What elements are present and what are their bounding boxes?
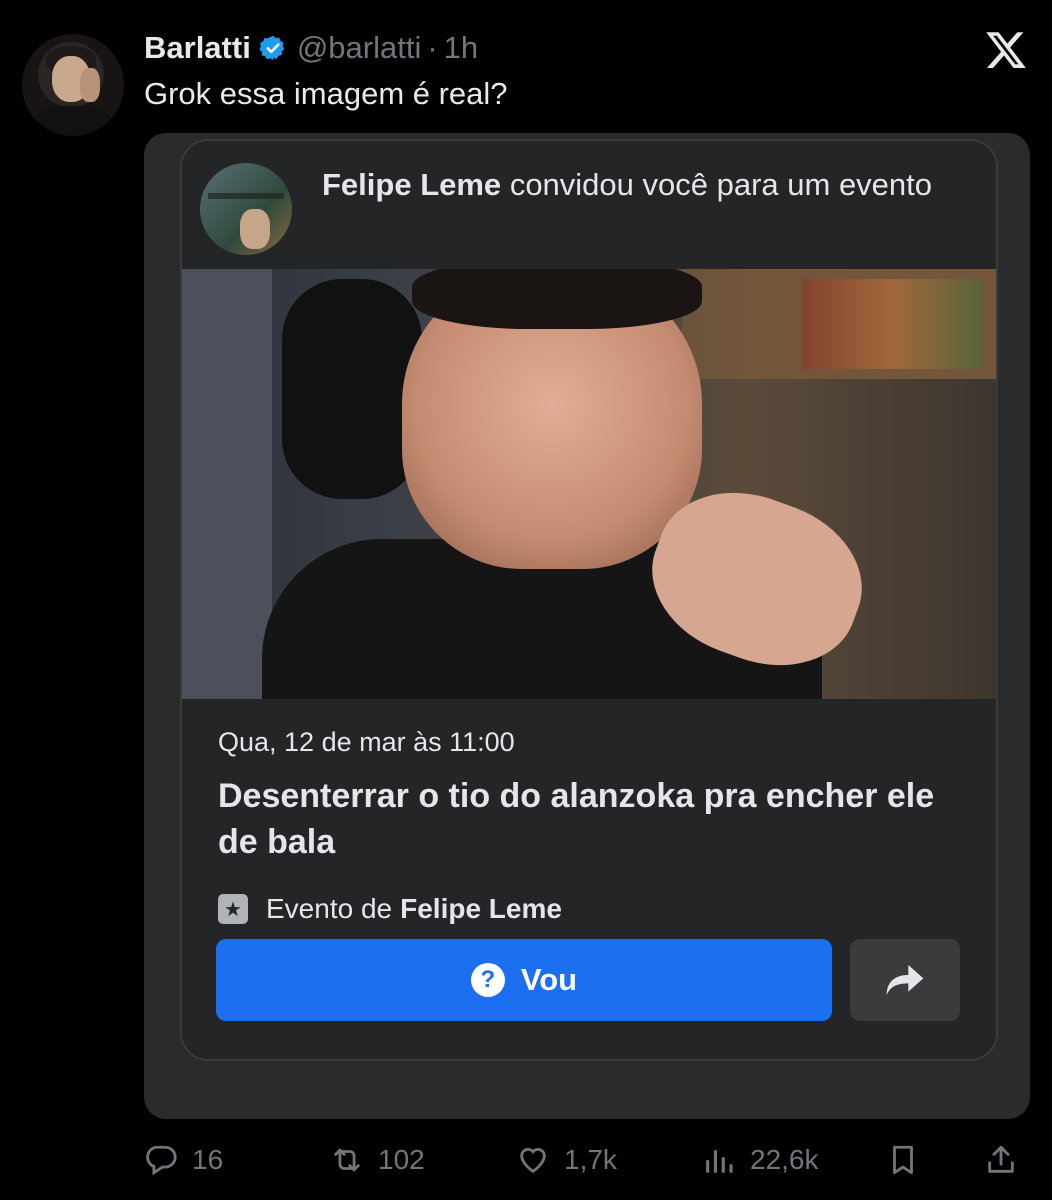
tweet-text: Grok essa imagem é real? <box>144 76 508 111</box>
reply-button[interactable]: 16 <box>144 1138 223 1182</box>
repost-button[interactable]: 102 <box>330 1138 425 1182</box>
rsvp-label: Vou <box>520 962 578 997</box>
tweet-timestamp[interactable]: 1h <box>444 30 478 66</box>
share-icon <box>988 1145 1014 1173</box>
share-button[interactable] <box>984 1138 1032 1182</box>
bookmark-button[interactable] <box>886 1138 934 1182</box>
invite-message: convidou você para um evento <box>509 167 933 202</box>
event-title: Desenterrar o tio do alanzoka pra encher… <box>218 777 935 861</box>
like-button[interactable]: 1,7k <box>516 1138 617 1182</box>
like-count: 1,7k <box>564 1144 617 1175</box>
author-handle[interactable]: @barlatti <box>297 30 422 66</box>
views-button[interactable]: 22,6k <box>702 1138 819 1182</box>
event-cover-image <box>182 269 996 699</box>
author-name[interactable]: Barlatti <box>144 30 251 66</box>
x-logo-icon <box>986 32 1026 68</box>
repost-count: 102 <box>378 1144 425 1175</box>
inviter-name: Felipe Leme <box>322 167 502 202</box>
reply-icon <box>146 1145 177 1176</box>
event-organizer-name: Felipe Leme <box>400 893 562 924</box>
tweet-header: Barlatti @barlatti · 1h <box>144 28 478 68</box>
author-avatar[interactable] <box>22 34 124 136</box>
rsvp-going-button: ? Vou <box>216 939 832 1021</box>
inviter-avatar <box>200 163 292 255</box>
calendar-star-icon: ★ <box>218 894 248 924</box>
reply-count: 16 <box>192 1144 224 1175</box>
separator-dot: · <box>427 30 438 65</box>
question-icon: ? <box>470 963 505 997</box>
event-date: Qua, 12 de mar às 11:00 <box>218 727 515 757</box>
views-count: 22,6k <box>750 1144 819 1175</box>
event-organizer: ★ Evento de Felipe Leme <box>218 893 562 925</box>
verified-badge-icon <box>259 35 285 61</box>
event-by-prefix: Evento de <box>266 893 393 924</box>
views-icon <box>706 1149 733 1173</box>
share-arrow-icon <box>886 965 924 995</box>
heart-icon <box>520 1148 546 1174</box>
repost-icon <box>334 1148 360 1172</box>
event-share-button <box>850 939 960 1021</box>
facebook-event-card: Felipe Leme convidou você para um evento… <box>180 139 998 1061</box>
tweet-actions: 16 102 1,7k 22,6k <box>144 1138 1030 1182</box>
bookmark-icon <box>893 1145 913 1175</box>
tweet-media[interactable]: Felipe Leme convidou você para um evento… <box>144 133 1030 1119</box>
invite-text: Felipe Leme convidou você para um evento <box>322 163 962 207</box>
